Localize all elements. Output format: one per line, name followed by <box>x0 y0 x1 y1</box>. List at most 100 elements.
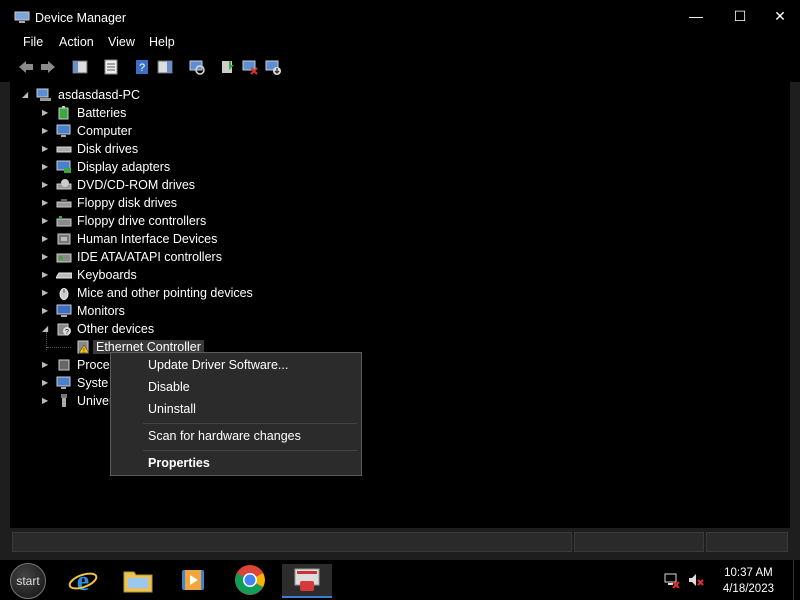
expand-arrow-icon[interactable]: ▶ <box>42 162 52 172</box>
menu-view[interactable]: View <box>108 35 135 49</box>
expand-arrow-icon[interactable]: ▶ <box>42 396 52 406</box>
expand-arrow-icon[interactable]: ▶ <box>42 270 52 280</box>
tree-item-floppy-disk-drives[interactable]: ▶ Floppy disk drives <box>42 194 342 212</box>
maximize-button[interactable]: ☐ <box>718 0 762 32</box>
context-properties[interactable]: Properties <box>148 456 210 470</box>
mouse-icon <box>59 288 69 300</box>
expand-arrow-icon[interactable]: ▶ <box>42 126 52 136</box>
status-pane <box>706 532 788 552</box>
tree-item-floppy-drive-controllers[interactable]: ▶ Floppy drive controllers <box>42 212 342 230</box>
system-clock[interactable]: 10:37 AM 4/18/2023 <box>723 565 774 597</box>
chrome-icon[interactable] <box>233 564 267 596</box>
status-bar <box>10 528 790 552</box>
status-pane <box>12 532 572 552</box>
menu-bar: File Action View Help <box>0 32 800 52</box>
tree-item-hid[interactable]: ▶ Human Interface Devices <box>42 230 342 248</box>
tree-item-other-devices[interactable]: ◢ ? Other devices <box>42 320 342 338</box>
expand-arrow-icon[interactable]: ▶ <box>42 252 52 262</box>
device-manager-icon[interactable] <box>282 564 332 598</box>
context-update-driver[interactable]: Update Driver Software... <box>148 358 288 372</box>
help-icon[interactable]: ? <box>133 58 151 76</box>
tree-item-dvd-drives[interactable]: ▶ DVD/CD-ROM drives <box>42 176 342 194</box>
tree-item-label: Display adapters <box>77 160 171 174</box>
context-separator <box>143 450 357 451</box>
unknown-device-icon: ? <box>57 323 71 336</box>
menu-action[interactable]: Action <box>59 35 94 49</box>
menu-file[interactable]: File <box>23 35 43 49</box>
tree-item-label: IDE ATA/ATAPI controllers <box>77 250 222 264</box>
tree-root-label: asdasdasd-PC <box>58 88 140 102</box>
tree-item-batteries[interactable]: ▶ Batteries <box>42 104 342 122</box>
uninstall-icon[interactable] <box>241 58 259 76</box>
action-pane-icon[interactable] <box>156 58 174 76</box>
tree-item-label: Computer <box>77 124 132 138</box>
system-devices-icon <box>56 376 71 389</box>
monitor-icon <box>56 304 72 317</box>
tree-item-label: Keyboards <box>77 268 137 282</box>
clock-date: 4/18/2023 <box>722 583 774 595</box>
expand-arrow-icon[interactable]: ▶ <box>42 180 52 190</box>
forward-icon[interactable] <box>39 58 57 76</box>
device-manager-app-icon <box>14 11 30 23</box>
context-scan-hardware[interactable]: Scan for hardware changes <box>148 429 301 443</box>
keyboard-icon <box>56 272 72 279</box>
back-icon[interactable] <box>17 58 35 76</box>
tree-item-mice[interactable]: ▶ Mice and other pointing devices <box>42 284 342 302</box>
expand-arrow-icon[interactable]: ▶ <box>42 306 52 316</box>
context-separator <box>143 423 357 424</box>
scan-hardware-icon[interactable] <box>188 58 206 76</box>
tree-item-label: Proce <box>77 358 110 372</box>
tree-item-label: Batteries <box>77 106 127 120</box>
tree-item-ide-controllers[interactable]: ▶ IDE ATA/ATAPI controllers <box>42 248 342 266</box>
expand-arrow-icon[interactable]: ▶ <box>42 144 52 154</box>
properties-icon[interactable] <box>102 58 120 76</box>
ide-controller-icon <box>56 253 72 263</box>
expand-arrow-icon[interactable]: ▶ <box>42 288 52 298</box>
tree-item-label: Univer <box>77 394 114 408</box>
tree-item-label: Human Interface Devices <box>77 232 218 246</box>
file-explorer-icon[interactable] <box>121 564 155 596</box>
usb-icon <box>61 394 67 407</box>
taskbar: start e 10:37 AM 4/18/2023 <box>0 560 800 600</box>
expand-arrow-icon[interactable]: ▶ <box>42 216 52 226</box>
menu-help[interactable]: Help <box>149 35 175 49</box>
expand-arrow-icon[interactable]: ▶ <box>42 360 52 370</box>
floppy-drive-icon <box>56 199 72 208</box>
update-driver-icon[interactable] <box>219 58 237 76</box>
show-desktop-button[interactable] <box>793 560 800 600</box>
collapse-arrow-icon[interactable]: ◢ <box>22 90 32 100</box>
tree-item-label: DVD/CD-ROM drives <box>77 178 196 192</box>
processor-icon <box>58 359 70 371</box>
expand-arrow-icon[interactable]: ▶ <box>42 108 52 118</box>
floppy-controller-icon <box>56 216 72 227</box>
network-disconnected-icon[interactable] <box>664 572 680 588</box>
tree-item-computer[interactable]: ▶ Computer <box>42 122 342 140</box>
show-hide-console-tree-icon[interactable] <box>71 58 89 76</box>
computer-icon <box>56 124 71 137</box>
expand-arrow-icon[interactable]: ▶ <box>42 378 52 388</box>
tree-item-keyboards[interactable]: ▶ Keyboards <box>42 266 342 284</box>
expand-arrow-icon[interactable]: ▶ <box>42 234 52 244</box>
context-uninstall[interactable]: Uninstall <box>148 402 196 416</box>
context-disable[interactable]: Disable <box>148 380 190 394</box>
tree-item-display-adapters[interactable]: ▶ Display adapters <box>42 158 342 176</box>
tree-guide-line <box>47 347 71 349</box>
tree-item-label: Syste <box>77 376 109 390</box>
clock-time: 10:37 AM <box>724 567 773 579</box>
svg-text:e: e <box>77 566 89 595</box>
media-player-icon[interactable] <box>176 564 210 596</box>
tree-item-label: Floppy drive controllers <box>77 214 207 228</box>
tree-item-label: Other devices <box>77 322 155 336</box>
tree-item-disk-drives[interactable]: ▶ Disk drives <box>42 140 342 158</box>
expand-arrow-icon[interactable]: ▶ <box>42 198 52 208</box>
minimize-button[interactable]: — <box>674 0 718 32</box>
tree-item-monitors[interactable]: ▶ Monitors <box>42 302 342 320</box>
tree-root[interactable]: ◢ asdasdasd-PC <box>22 86 322 104</box>
volume-muted-icon[interactable] <box>688 572 704 588</box>
tree-item-label: Mice and other pointing devices <box>77 286 253 300</box>
enable-device-icon[interactable] <box>264 58 282 76</box>
battery-icon <box>58 106 69 120</box>
close-button[interactable]: ✕ <box>758 0 800 32</box>
internet-explorer-icon[interactable]: e <box>66 564 100 596</box>
start-button[interactable]: start <box>10 563 46 599</box>
